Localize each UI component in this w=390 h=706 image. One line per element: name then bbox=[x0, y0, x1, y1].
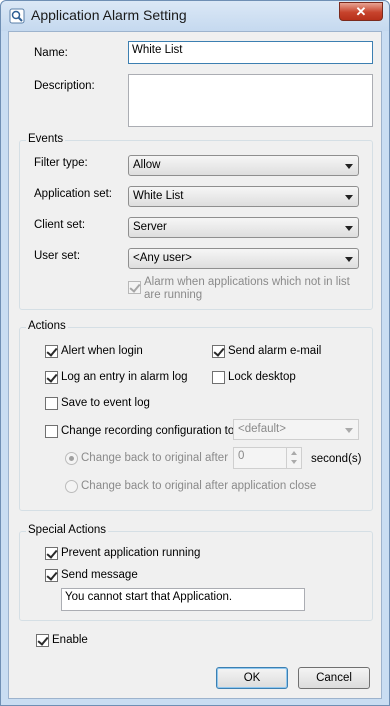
ok-button[interactable]: OK bbox=[216, 667, 288, 689]
alarm-not-in-list-checkbox[interactable] bbox=[128, 281, 141, 294]
alarm-not-in-list-label: Alarm when applications which not in lis… bbox=[144, 276, 350, 301]
chevron-down-icon bbox=[345, 257, 353, 262]
application-set-select[interactable]: White List bbox=[128, 186, 359, 207]
send-message-label: Send message bbox=[61, 569, 138, 581]
lock-desktop-checkbox[interactable] bbox=[212, 371, 225, 384]
title-bar[interactable]: Application Alarm Setting ✕ bbox=[1, 1, 389, 31]
client-set-select[interactable]: Server bbox=[128, 217, 359, 238]
client-set-label: Client set: bbox=[34, 219, 86, 231]
log-entry-checkbox[interactable] bbox=[45, 371, 58, 384]
actions-group-label: Actions bbox=[26, 320, 68, 332]
chevron-down-icon bbox=[345, 226, 353, 231]
log-entry-label: Log an entry in alarm log bbox=[61, 371, 188, 383]
window-title: Application Alarm Setting bbox=[31, 7, 187, 23]
dialog-window: Application Alarm Setting ✕ Name: White … bbox=[0, 0, 390, 706]
description-input[interactable] bbox=[128, 74, 373, 127]
name-label: Name: bbox=[34, 47, 68, 59]
client-set-value: Server bbox=[133, 221, 167, 233]
chevron-down-icon bbox=[345, 164, 353, 169]
change-back-close-radio[interactable] bbox=[65, 480, 78, 493]
save-event-log-label: Save to event log bbox=[61, 397, 150, 409]
save-event-log-checkbox[interactable] bbox=[45, 397, 58, 410]
change-recording-checkbox[interactable] bbox=[45, 425, 58, 438]
send-message-checkbox[interactable] bbox=[45, 569, 58, 582]
dialog-client-area: Name: White List Description: Events Fil… bbox=[8, 31, 382, 699]
magnifier-app-icon bbox=[9, 8, 25, 24]
prevent-running-label: Prevent application running bbox=[61, 547, 201, 559]
events-group-label: Events bbox=[26, 133, 66, 145]
prevent-running-checkbox[interactable] bbox=[45, 547, 58, 560]
chevron-down-icon[interactable] bbox=[287, 458, 301, 468]
change-back-seconds-value: 0 bbox=[238, 450, 245, 462]
filter-type-select[interactable]: Allow bbox=[128, 155, 359, 176]
enable-label: Enable bbox=[52, 634, 88, 646]
filter-type-label: Filter type: bbox=[34, 157, 88, 169]
user-set-label: User set: bbox=[34, 250, 81, 262]
close-icon[interactable]: ✕ bbox=[339, 2, 383, 21]
recording-config-select[interactable]: <default> bbox=[233, 419, 359, 440]
chevron-down-icon bbox=[345, 195, 353, 200]
enable-checkbox[interactable] bbox=[36, 634, 49, 647]
alert-when-login-checkbox[interactable] bbox=[45, 345, 58, 358]
description-label: Description: bbox=[34, 80, 95, 92]
name-input[interactable]: White List bbox=[128, 41, 373, 64]
special-actions-group-label: Special Actions bbox=[26, 524, 108, 536]
lock-desktop-label: Lock desktop bbox=[228, 371, 296, 383]
change-back-after-label: Change back to original after bbox=[81, 452, 229, 464]
send-alarm-email-label: Send alarm e-mail bbox=[228, 345, 322, 357]
seconds-unit-label: second(s) bbox=[311, 453, 362, 465]
application-set-label: Application set: bbox=[34, 188, 112, 200]
alert-when-login-label: Alert when login bbox=[61, 345, 143, 357]
change-recording-label: Change recording configuration to bbox=[61, 425, 235, 437]
cancel-button[interactable]: Cancel bbox=[298, 667, 370, 689]
change-back-close-label: Change back to original after applicatio… bbox=[81, 480, 317, 492]
change-back-after-radio[interactable] bbox=[65, 452, 78, 465]
user-set-select[interactable]: <Any user> bbox=[128, 248, 359, 269]
application-set-value: White List bbox=[133, 190, 184, 202]
send-alarm-email-checkbox[interactable] bbox=[212, 345, 225, 358]
message-input[interactable]: You cannot start that Application. bbox=[61, 588, 305, 611]
spin-buttons[interactable] bbox=[286, 448, 301, 468]
user-set-value: <Any user> bbox=[133, 252, 192, 264]
chevron-down-icon bbox=[345, 428, 353, 433]
recording-config-value: <default> bbox=[238, 423, 286, 435]
change-back-seconds-stepper[interactable]: 0 bbox=[233, 447, 302, 469]
chevron-up-icon[interactable] bbox=[287, 448, 301, 458]
filter-type-value: Allow bbox=[133, 159, 161, 171]
